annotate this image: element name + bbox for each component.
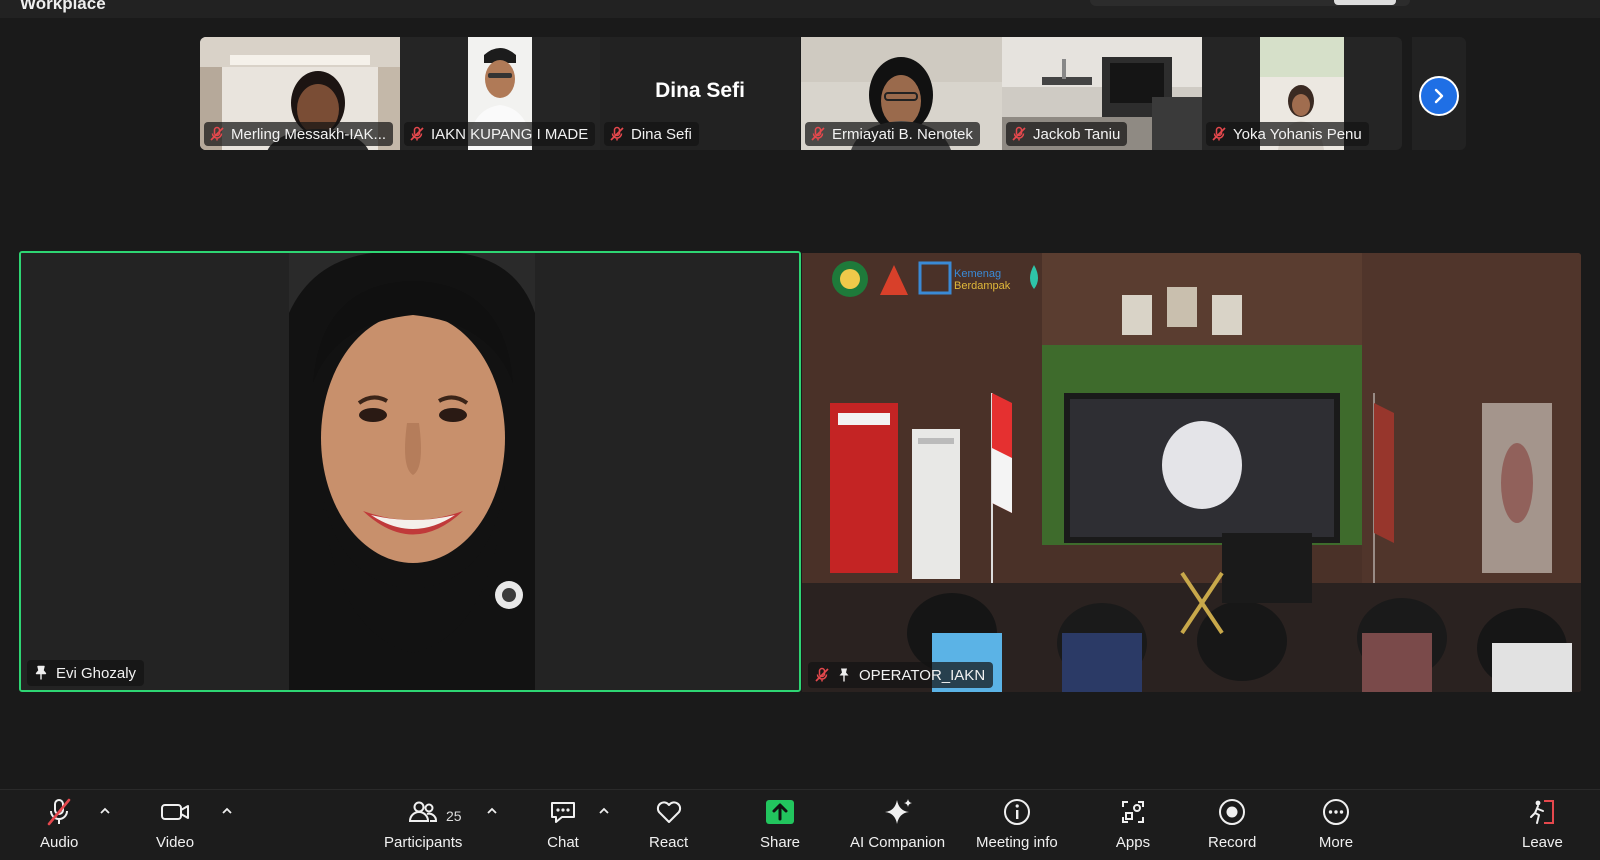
participant-name-label: Dina Sefi: [604, 122, 699, 146]
chevron-right-icon: [1434, 88, 1444, 104]
participant-name-label: Jackob Taniu: [1006, 122, 1128, 146]
participant-tile[interactable]: Jackob Taniu: [1002, 37, 1202, 150]
participants-button[interactable]: Participants: [384, 794, 462, 858]
logo-text-2: Berdampak: [954, 280, 1011, 292]
title-bar: Workplace: [0, 0, 1600, 18]
gallery-strip: Merling Messakh-IAK... IAKN KUPANG I MAD…: [200, 37, 1402, 150]
record-icon: [1219, 799, 1246, 825]
room-name-tag: OPERATOR_IAKN: [808, 662, 994, 688]
pin-icon: [839, 668, 849, 682]
participants-icon: [409, 801, 438, 822]
sparkle-icon: [884, 799, 912, 824]
share-button[interactable]: Share: [760, 794, 800, 858]
mic-muted-icon: [1212, 126, 1226, 141]
speaker-name-tag: Evi Ghozaly: [27, 660, 145, 686]
meeting-info-button[interactable]: Meeting info: [976, 794, 1058, 858]
leave-door-icon: [1530, 800, 1555, 824]
participant-tile[interactable]: Merling Messakh-IAK...: [200, 37, 400, 150]
more-button[interactable]: More: [1318, 794, 1354, 858]
participant-tile[interactable]: Ermiayati B. Nenotek: [801, 37, 1002, 150]
more-options-icon: [1323, 799, 1349, 825]
participant-name-label: Merling Messakh-IAK...: [204, 122, 394, 146]
mic-muted-icon: [1012, 126, 1026, 141]
participant-tile[interactable]: IAKN KUPANG I MADE: [400, 37, 600, 150]
apps-button[interactable]: Apps: [1115, 794, 1151, 858]
gallery-next-button[interactable]: [1419, 76, 1459, 116]
meeting-window: Workplace Merling Messakh-IAK... IAKN KU…: [0, 0, 1600, 860]
speaker-video: [21, 253, 799, 690]
mic-muted-icon: [47, 798, 71, 826]
chat-options-caret-icon[interactable]: [597, 804, 611, 818]
room-camera-video[interactable]: Kemenag Berdampak OPERATOR_IAKN: [802, 253, 1581, 692]
heart-icon: [656, 801, 681, 823]
chat-icon: [551, 802, 575, 823]
mic-muted-icon: [210, 126, 224, 141]
chat-button[interactable]: Chat: [545, 794, 581, 858]
mic-muted-icon: [811, 126, 825, 141]
mic-muted-icon: [815, 667, 829, 682]
pin-icon: [35, 665, 47, 680]
participants-options-caret-icon[interactable]: [485, 804, 499, 818]
ai-companion-button[interactable]: AI Companion: [850, 794, 945, 858]
record-button[interactable]: Record: [1208, 794, 1256, 858]
video-button[interactable]: Video: [156, 794, 194, 858]
active-speaker-video[interactable]: Evi Ghozaly: [19, 251, 801, 692]
participants-count: 25: [446, 808, 462, 824]
participant-name-label: Ermiayati B. Nenotek: [805, 122, 980, 146]
participant-tile[interactable]: Yoka Yohanis Penu: [1202, 37, 1402, 150]
app-title: Workplace: [20, 0, 106, 13]
logo-text: Kemenag: [954, 268, 1001, 280]
top-pill-button[interactable]: [1334, 0, 1396, 5]
participant-display-name: Dina Sefi: [655, 79, 745, 102]
share-screen-icon: [766, 800, 795, 824]
info-icon: [1003, 799, 1030, 825]
mic-muted-icon: [410, 126, 424, 141]
apps-icon: [1122, 801, 1144, 823]
mic-muted-icon: [610, 126, 624, 141]
leave-button[interactable]: Leave: [1522, 794, 1563, 858]
participant-name-label: Yoka Yohanis Penu: [1206, 122, 1369, 146]
audio-options-caret-icon[interactable]: [98, 804, 112, 818]
meeting-toolbar: Audio Video Participants 25 Chat React S…: [0, 789, 1600, 860]
participant-tile[interactable]: Dina Sefi Dina Sefi: [600, 37, 800, 150]
video-options-caret-icon[interactable]: [220, 804, 234, 818]
audio-button[interactable]: Audio: [40, 794, 78, 858]
react-button[interactable]: React: [649, 794, 688, 858]
room-video: Kemenag Berdampak: [802, 253, 1581, 692]
video-camera-icon: [161, 804, 190, 820]
participant-name-label: IAKN KUPANG I MADE: [404, 122, 596, 146]
